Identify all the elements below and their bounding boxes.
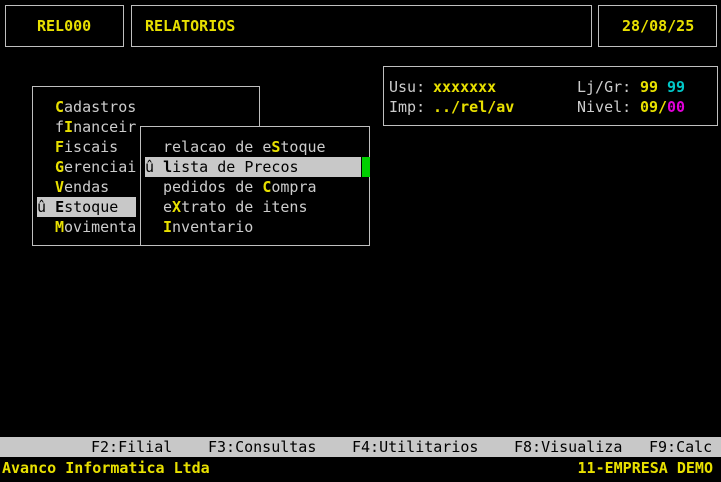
menu-item-hotkey: X — [172, 198, 182, 216]
submenu-item[interactable]: relacao de eStoque — [163, 137, 326, 157]
f9-calc-key[interactable]: F9:Calc — [649, 437, 712, 457]
level-value: 09 — [640, 98, 659, 116]
menu-item-label: ompra — [271, 178, 317, 196]
menu-item-hotkey: E — [55, 198, 65, 216]
menu-item-prefix: û — [37, 198, 56, 216]
menu-item-prefix: e — [163, 198, 173, 216]
company-name: Avanco Informatica Ltda — [2, 459, 210, 477]
function-key-bar: F2:Filial F3:Consultas F4:Utilitarios F8… — [0, 437, 721, 457]
menu-item-label: endas — [64, 178, 110, 196]
menu-item-hotkey: G — [55, 158, 65, 176]
store-label: Lj/Gr: — [577, 78, 632, 96]
current-date: 28/08/25 — [622, 17, 695, 35]
f4-utilitarios-key[interactable]: F4:Utilitarios — [352, 437, 478, 457]
company-branch: 11-EMPRESA DEMO — [577, 459, 713, 477]
menu-item-prefix: pedidos de — [163, 178, 263, 196]
main-menu-item[interactable]: Gerenciai — [37, 157, 136, 177]
menu-item-prefix — [37, 218, 55, 236]
menu-item-label: ovimenta — [64, 218, 137, 236]
info-panel: Usu: xxxxxxx Lj/Gr: 99 99 Imp: ../rel/av… — [383, 66, 718, 126]
title-box: RELATORIOS — [131, 5, 592, 47]
main-menu-item[interactable]: Vendas — [37, 177, 109, 197]
program-code: REL000 — [37, 17, 92, 35]
level-separator: / — [658, 98, 668, 116]
f2-filial-key[interactable]: F2:Filial — [91, 437, 172, 457]
main-menu-item[interactable]: fInanceir — [37, 117, 136, 137]
menu-item-prefix — [37, 138, 55, 156]
menu-item-hotkey: F — [55, 138, 65, 156]
menu-item-hotkey: V — [55, 178, 65, 196]
page-title: RELATORIOS — [145, 17, 236, 35]
submenu-item[interactable]: eXtrato de itens — [163, 197, 308, 217]
submenu-item[interactable]: pedidos de Compra — [163, 177, 317, 197]
text-cursor — [362, 157, 370, 177]
menu-item-prefix: û — [145, 158, 164, 176]
menu-item-label: toque — [280, 138, 326, 156]
menu-item-hotkey: I — [64, 118, 74, 136]
menu-item-hotkey: I — [163, 218, 173, 236]
printer-label: Imp: — [389, 98, 426, 116]
main-menu-item[interactable]: Cadastros — [37, 97, 136, 117]
f3-consultas-key[interactable]: F3:Consultas — [208, 437, 316, 457]
menu-item-prefix — [37, 158, 55, 176]
main-menu-item[interactable]: Fiscais — [37, 137, 118, 157]
user-value: xxxxxxx — [433, 78, 497, 96]
menu-item-label: trato de itens — [181, 198, 308, 216]
store-value: 99 — [640, 78, 659, 96]
menu-item-hotkey: C — [55, 98, 65, 116]
main-menu-item[interactable]: Movimenta — [37, 217, 136, 237]
f8-visualiza-key[interactable]: F8:Visualiza — [514, 437, 622, 457]
submenu-item[interactable]: û lista de Precos — [145, 157, 361, 177]
printer-value: ../rel/av — [433, 98, 515, 116]
menu-item-label: stoque — [64, 198, 119, 216]
menu-item-prefix: f — [55, 118, 65, 136]
level-sub-value: 00 — [667, 98, 686, 116]
group-value: 99 — [667, 78, 686, 96]
submenu-item[interactable]: Inventario — [163, 217, 253, 237]
menu-item-label: adastros — [64, 98, 137, 116]
menu-item-hotkey: M — [55, 218, 65, 236]
date-box: 28/08/25 — [598, 5, 717, 47]
user-label: Usu: — [389, 78, 426, 96]
menu-item-hotkey: l — [163, 158, 173, 176]
main-menu-item[interactable]: û Estoque — [37, 197, 136, 217]
level-label: Nivel: — [577, 98, 632, 116]
menu-item-label: nanceir — [73, 118, 137, 136]
menu-item-label: iscais — [64, 138, 119, 156]
program-code-box: REL000 — [5, 5, 124, 47]
menu-item-prefix — [37, 178, 55, 196]
menu-item-label: erenciai — [64, 158, 137, 176]
menu-item-label: ista de Precos — [172, 158, 299, 176]
menu-item-label: nventario — [172, 218, 254, 236]
menu-item-prefix — [37, 98, 55, 116]
menu-item-prefix: relacao de e — [163, 138, 272, 156]
